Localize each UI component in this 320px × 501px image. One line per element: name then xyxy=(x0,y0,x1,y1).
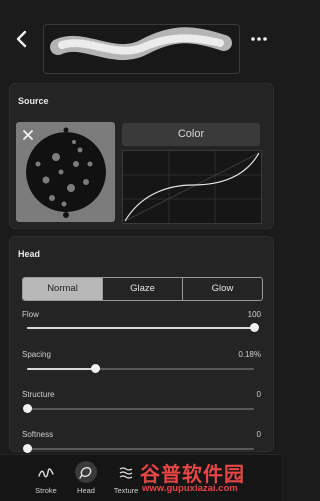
spacing-label: Spacing xyxy=(22,350,51,359)
structure-slider[interactable] xyxy=(23,404,254,413)
back-button[interactable] xyxy=(11,28,33,50)
spacing-knob[interactable] xyxy=(91,364,101,373)
spacing-fill xyxy=(27,368,96,370)
softness-value: 0 xyxy=(256,430,261,439)
source-card: Source Color xyxy=(9,83,274,229)
status-bar xyxy=(0,0,281,18)
watermark-url: www.gupuxiazai.com xyxy=(142,483,238,494)
pressure-curve[interactable] xyxy=(122,150,262,224)
stroke-icon xyxy=(35,461,57,483)
chevron-left-icon xyxy=(16,30,27,48)
source-title: Source xyxy=(18,96,49,106)
flow-value: 100 xyxy=(247,310,261,319)
mode-normal[interactable]: Normal xyxy=(23,278,102,300)
softness-knob[interactable] xyxy=(23,444,32,453)
flow-knob[interactable] xyxy=(250,323,259,332)
mode-glaze[interactable]: Glaze xyxy=(102,278,182,300)
watermark: 谷普软件园 www.gupuxiazai.com xyxy=(140,456,281,500)
softness-slider[interactable] xyxy=(23,444,254,453)
head-icon xyxy=(75,461,97,483)
structure-value: 0 xyxy=(256,390,261,399)
color-button[interactable]: Color xyxy=(122,123,260,146)
mode-glow[interactable]: Glow xyxy=(182,278,262,300)
more-dots-icon xyxy=(251,37,267,41)
brush-stroke-preview xyxy=(43,24,240,74)
top-bar xyxy=(0,18,281,76)
clear-shape-button[interactable] xyxy=(22,128,34,140)
flow-label: Flow xyxy=(22,310,39,319)
flow-fill xyxy=(27,327,254,329)
structure-knob[interactable] xyxy=(23,404,32,413)
flow-slider[interactable] xyxy=(27,323,259,332)
spacing-value: 0.18% xyxy=(238,350,261,359)
close-icon xyxy=(23,130,33,140)
texture-icon xyxy=(115,461,137,483)
softness-label: Softness xyxy=(22,430,54,439)
structure-label: Structure xyxy=(22,390,55,399)
mode-segmented-control: Normal Glaze Glow xyxy=(22,277,263,301)
spacing-slider[interactable] xyxy=(27,364,254,373)
more-button[interactable] xyxy=(249,31,269,47)
head-card: Head Normal Glaze Glow Flow 100 Spacing … xyxy=(9,236,274,453)
head-title: Head xyxy=(18,249,41,259)
shape-source[interactable] xyxy=(16,122,115,222)
